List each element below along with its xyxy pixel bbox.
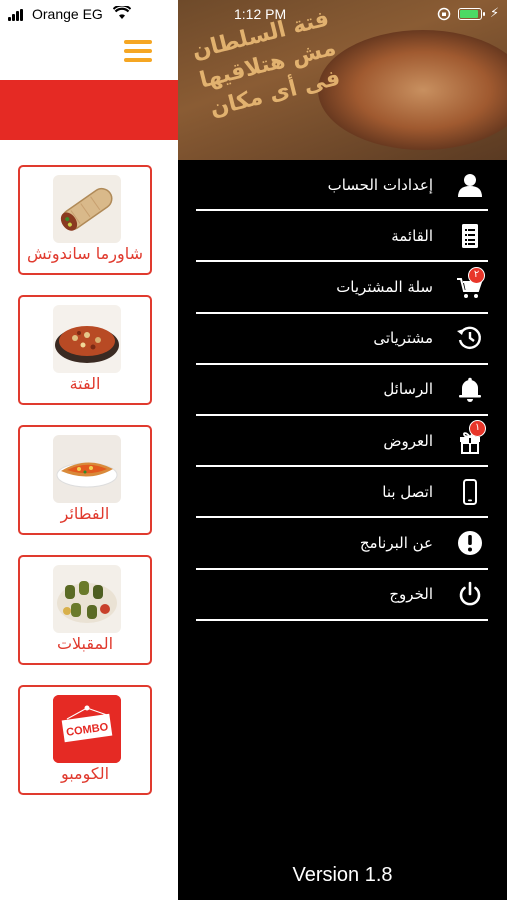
appetizers-image [53, 565, 121, 633]
shawarma-sandwich-image [53, 175, 121, 243]
cart-icon: ٢ [456, 266, 485, 301]
combo-image: COMBO [53, 695, 121, 763]
category-label: شاورما ساندوتش [27, 244, 143, 263]
category-card-combo[interactable]: COMBO الكومبو [18, 685, 152, 795]
charging-icon: ⚡ [490, 6, 500, 21]
category-card-fatta[interactable]: الفتة [18, 295, 152, 405]
wifi-icon [113, 6, 131, 19]
app-screen: Orange EG شاورما ساندوتش الفتة الفطائر ا… [0, 0, 507, 900]
side-drawer: فتة السلطان مش هتلاقيها فى أى مكان 1:12 … [178, 0, 507, 900]
offers-count-badge: ١ [469, 419, 486, 437]
menu-item-contact-us[interactable]: اتصل بنا [196, 467, 488, 519]
gift-icon: ١ [456, 419, 486, 455]
drawer-menu: إعدادات الحساب القائمة سلة المشتريات ٢ م… [196, 160, 488, 621]
status-time: 1:12 PM [234, 6, 287, 22]
status-bar-left: Orange EG [0, 0, 178, 30]
category-label: المقبلات [56, 634, 114, 653]
menu-item-my-purchases[interactable]: مشترياتى [196, 314, 488, 365]
category-label: الفتة [69, 374, 101, 393]
carrier-name: Orange EG [32, 6, 103, 22]
battery-icon [458, 8, 485, 20]
menu-item-account-settings[interactable]: إعدادات الحساب [196, 160, 488, 212]
menu-item-menu[interactable]: القائمة [196, 211, 488, 263]
info-icon [456, 529, 484, 557]
menu-item-cart[interactable]: سلة المشتريات ٢ [196, 262, 488, 314]
menu-item-messages[interactable]: الرسائل [196, 365, 488, 416]
signal-icon [8, 9, 26, 21]
menu-item-about-app[interactable]: عن البرنامج [196, 518, 488, 570]
fatta-dish-image [53, 305, 121, 373]
bell-icon [456, 375, 484, 403]
category-card-pies[interactable]: الفطائر [18, 425, 152, 535]
menu-item-offers[interactable]: العروض ١ [196, 416, 488, 468]
category-card-appetizers[interactable]: المقبلات [18, 555, 152, 665]
cart-count-badge: ٢ [468, 266, 485, 284]
menu-item-logout[interactable]: الخروج [196, 570, 488, 621]
drawer-banner-image: فتة السلطان مش هتلاقيها فى أى مكان 1:12 … [178, 0, 507, 160]
history-icon [456, 324, 484, 352]
category-label: الكومبو [60, 764, 110, 783]
app-version-label: Version 1.8 [292, 864, 393, 886]
category-card-shawarma[interactable]: شاورما ساندوتش [18, 165, 152, 275]
category-label: الفطائر [60, 504, 110, 523]
menu-list-icon [456, 222, 484, 250]
account-icon [456, 171, 484, 199]
power-icon [456, 580, 484, 608]
category-page: Orange EG شاورما ساندوتش الفتة الفطائر ا… [0, 0, 178, 900]
phone-icon [456, 478, 484, 506]
header-banner [0, 80, 178, 140]
hamburger-menu-button[interactable] [124, 40, 152, 62]
pie-image [53, 435, 121, 503]
rotation-lock-icon [437, 7, 451, 21]
